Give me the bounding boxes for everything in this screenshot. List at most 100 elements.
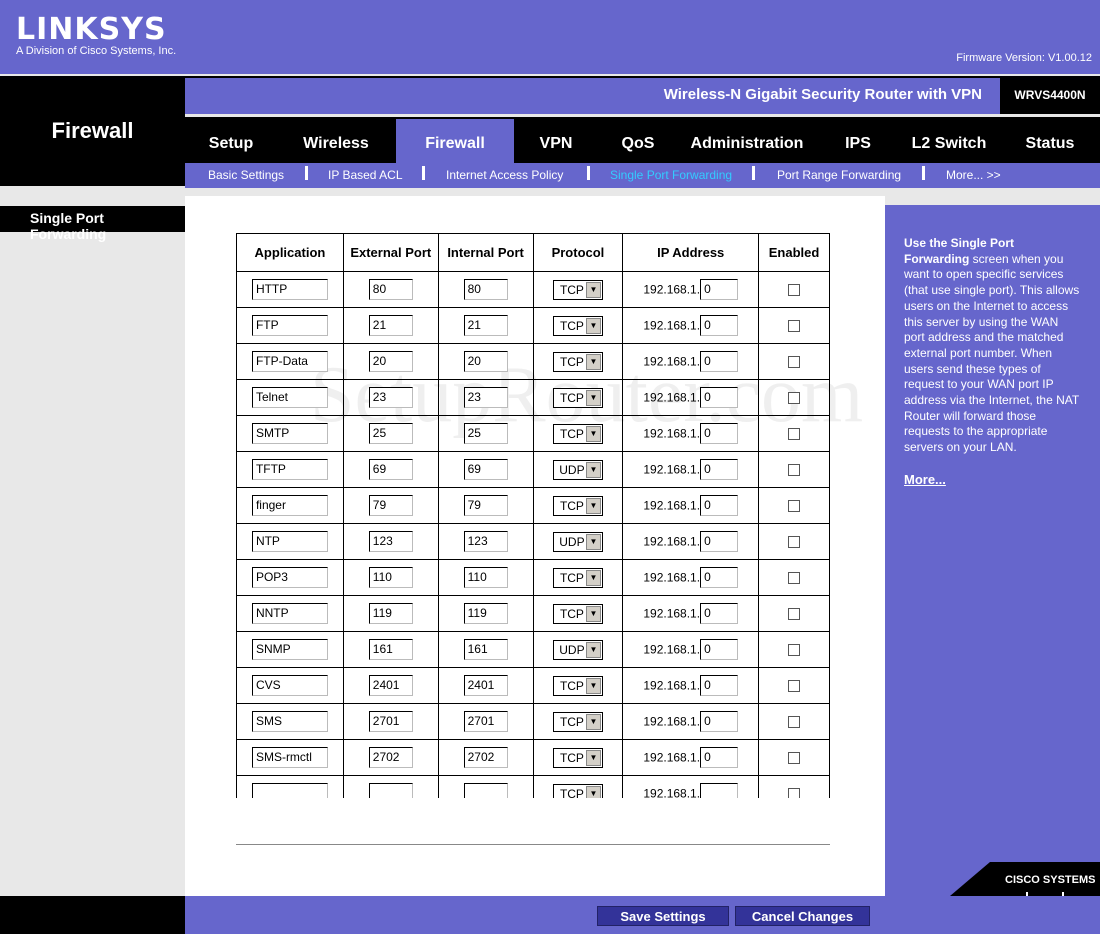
subnav-ip-based-acl[interactable]: IP Based ACL (328, 168, 403, 182)
chevron-down-icon[interactable]: ▼ (585, 713, 601, 730)
enabled-checkbox[interactable] (788, 716, 801, 729)
external-port-input[interactable]: 119 (368, 603, 413, 624)
internal-port-input[interactable]: 110 (463, 567, 508, 588)
subnav-single-port-forwarding[interactable]: Single Port Forwarding (610, 168, 732, 182)
ip-last-octet-input[interactable]: 0 (700, 747, 739, 768)
internal-port-input[interactable]: 161 (463, 639, 508, 660)
application-name-input[interactable]: SNMP (251, 639, 328, 660)
enabled-checkbox[interactable] (788, 320, 801, 333)
internal-port-input[interactable]: 23 (463, 387, 508, 408)
chevron-down-icon[interactable]: ▼ (585, 569, 601, 586)
protocol-select[interactable]: UDP ▼ (552, 531, 603, 552)
protocol-select[interactable]: UDP ▼ (552, 459, 603, 480)
internal-port-input[interactable]: 119 (463, 603, 508, 624)
external-port-input[interactable]: 2701 (368, 711, 413, 732)
internal-port-input[interactable]: 20 (463, 351, 508, 372)
application-name-input[interactable]: finger (251, 495, 328, 516)
tab-qos[interactable]: QoS (606, 119, 670, 163)
cancel-changes-button[interactable]: Cancel Changes (735, 906, 870, 926)
help-more-link[interactable]: More... (904, 472, 946, 487)
enabled-checkbox[interactable] (788, 392, 801, 405)
external-port-input[interactable]: 21 (368, 315, 413, 336)
protocol-select[interactable]: TCP ▼ (552, 747, 603, 768)
ip-last-octet-input[interactable]: 0 (700, 387, 739, 408)
external-port-input[interactable]: 80 (368, 279, 413, 300)
protocol-select[interactable]: TCP ▼ (552, 675, 603, 696)
enabled-checkbox[interactable] (788, 500, 801, 513)
external-port-input[interactable]: 110 (368, 567, 413, 588)
chevron-down-icon[interactable]: ▼ (585, 461, 601, 478)
protocol-select[interactable]: TCP ▼ (552, 351, 603, 372)
tab-wireless[interactable]: Wireless (287, 119, 385, 163)
ip-last-octet-input[interactable]: 0 (700, 567, 739, 588)
application-name-input[interactable]: NTP (251, 531, 328, 552)
protocol-select[interactable]: TCP ▼ (552, 783, 603, 798)
application-name-input[interactable]: SMS (251, 711, 328, 732)
ip-last-octet-input[interactable]: 0 (700, 639, 739, 660)
external-port-input[interactable]: 20 (368, 351, 413, 372)
internal-port-input[interactable]: 123 (463, 531, 508, 552)
enabled-checkbox[interactable] (788, 536, 801, 549)
chevron-down-icon[interactable]: ▼ (585, 605, 601, 622)
subnav-basic-settings[interactable]: Basic Settings (208, 168, 284, 182)
external-port-input[interactable]: 79 (368, 495, 413, 516)
internal-port-input[interactable]: 2702 (463, 747, 508, 768)
protocol-select[interactable]: TCP ▼ (552, 387, 603, 408)
external-port-input[interactable]: 69 (368, 459, 413, 480)
internal-port-input[interactable]: 80 (463, 279, 508, 300)
chevron-down-icon[interactable]: ▼ (585, 749, 601, 766)
tab-vpn[interactable]: VPN (526, 119, 586, 163)
enabled-checkbox[interactable] (788, 788, 801, 798)
external-port-input[interactable]: 23 (368, 387, 413, 408)
protocol-select[interactable]: TCP ▼ (552, 315, 603, 336)
enabled-checkbox[interactable] (788, 608, 801, 621)
ip-last-octet-input[interactable]: 0 (700, 495, 739, 516)
tab-ips[interactable]: IPS (830, 119, 886, 163)
enabled-checkbox[interactable] (788, 464, 801, 477)
external-port-input[interactable]: 25 (368, 423, 413, 444)
chevron-down-icon[interactable]: ▼ (585, 317, 601, 334)
protocol-select[interactable]: TCP ▼ (552, 495, 603, 516)
chevron-down-icon[interactable]: ▼ (585, 641, 601, 658)
internal-port-input[interactable]: 69 (463, 459, 508, 480)
application-name-input[interactable]: SMS-rmctl (251, 747, 328, 768)
ip-last-octet-input[interactable]: 0 (700, 279, 739, 300)
subnav-port-range-forwarding[interactable]: Port Range Forwarding (777, 168, 901, 182)
chevron-down-icon[interactable]: ▼ (585, 533, 601, 550)
tab-setup[interactable]: Setup (185, 119, 277, 163)
ip-last-octet-input[interactable]: 0 (700, 315, 739, 336)
ip-last-octet-input[interactable] (700, 783, 739, 798)
chevron-down-icon[interactable]: ▼ (585, 353, 601, 370)
ip-last-octet-input[interactable]: 0 (700, 675, 739, 696)
external-port-input[interactable]: 161 (368, 639, 413, 660)
protocol-select[interactable]: TCP ▼ (552, 711, 603, 732)
tab-administration[interactable]: Administration (687, 119, 807, 163)
ip-last-octet-input[interactable]: 0 (700, 459, 739, 480)
application-name-input[interactable]: SMTP (251, 423, 328, 444)
application-name-input[interactable]: CVS (251, 675, 328, 696)
ip-last-octet-input[interactable]: 0 (700, 603, 739, 624)
external-port-input[interactable]: 2702 (368, 747, 413, 768)
tab-firewall[interactable]: Firewall (396, 119, 514, 163)
chevron-down-icon[interactable]: ▼ (585, 425, 601, 442)
application-name-input[interactable]: NNTP (251, 603, 328, 624)
internal-port-input[interactable]: 2701 (463, 711, 508, 732)
protocol-select[interactable]: UDP ▼ (552, 639, 603, 660)
enabled-checkbox[interactable] (788, 356, 801, 369)
application-name-input[interactable]: TFTP (251, 459, 328, 480)
enabled-checkbox[interactable] (788, 752, 801, 765)
protocol-select[interactable]: TCP ▼ (552, 603, 603, 624)
external-port-input[interactable]: 2401 (368, 675, 413, 696)
chevron-down-icon[interactable]: ▼ (585, 389, 601, 406)
application-name-input[interactable]: HTTP (251, 279, 328, 300)
chevron-down-icon[interactable]: ▼ (585, 281, 601, 298)
subnav-more[interactable]: More... >> (946, 168, 1001, 182)
save-settings-button[interactable]: Save Settings (597, 906, 729, 926)
internal-port-input[interactable]: 79 (463, 495, 508, 516)
enabled-checkbox[interactable] (788, 644, 801, 657)
internal-port-input[interactable]: 25 (463, 423, 508, 444)
ip-last-octet-input[interactable]: 0 (700, 423, 739, 444)
tab-status[interactable]: Status (1010, 119, 1090, 163)
external-port-input[interactable]: 123 (368, 531, 413, 552)
enabled-checkbox[interactable] (788, 284, 801, 297)
